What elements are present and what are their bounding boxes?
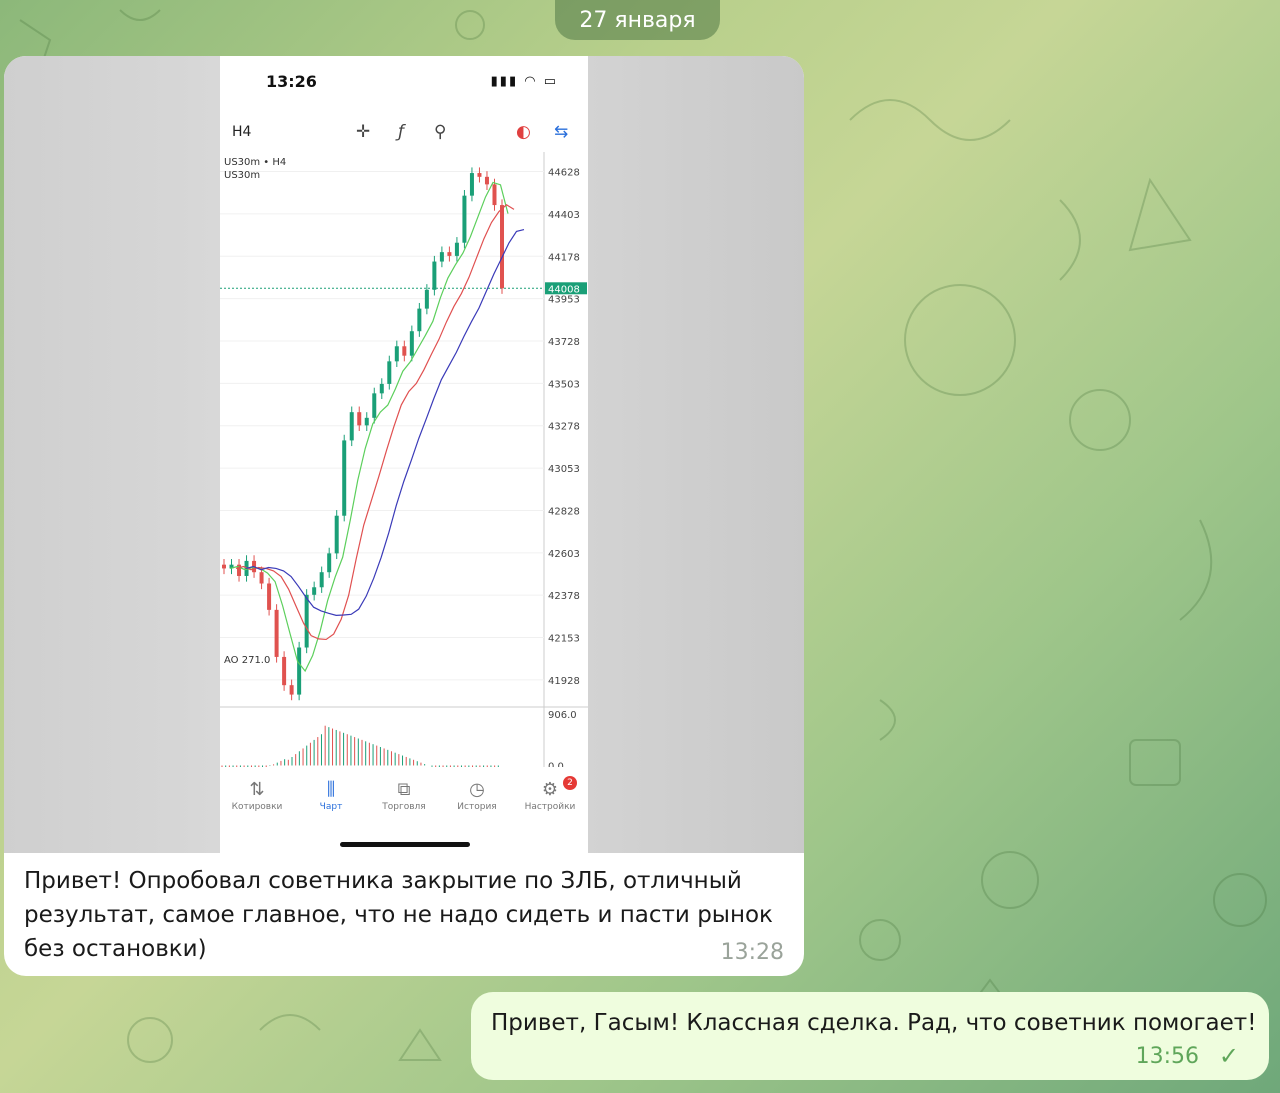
candle-body	[267, 583, 272, 610]
function-icon: ƒ	[398, 122, 404, 142]
nav-quotes-label: Котировки	[231, 802, 283, 812]
candle-body	[439, 252, 444, 262]
message-text: Привет! Опробовал советника закрытие по …	[24, 868, 773, 962]
outgoing-message[interactable]: Привет, Гасым! Классная сделка. Рад, что…	[471, 992, 1269, 1080]
y-tick-label: 43503	[548, 379, 580, 390]
nav-chart-label: Чарт	[319, 802, 343, 812]
candle-body	[379, 383, 384, 394]
quotes-icon: ⇅	[249, 779, 265, 800]
chart-symbol-line: US30m • H4	[224, 157, 287, 168]
y-tick-label: 42153	[548, 634, 580, 645]
notification-badge: 2	[563, 776, 577, 790]
y-tick-label: 41928	[548, 676, 580, 687]
candle-body	[500, 205, 504, 289]
chart-symbol-sub: US30m	[224, 170, 261, 181]
candle-body	[409, 331, 414, 356]
nav-trade: ⧉ Торговля	[369, 778, 439, 812]
nav-quotes: ⇅ Котировки	[222, 778, 292, 812]
candle-body	[394, 346, 399, 362]
message-time: 13:56	[1135, 1044, 1199, 1069]
candle-body	[304, 594, 309, 648]
nav-settings: ⚙ 2 Настройки	[515, 776, 585, 812]
y-tick-label: 42378	[548, 591, 580, 602]
candle-body	[342, 440, 347, 516]
chart-symbol: US30m • H4 US30m	[224, 156, 286, 182]
candle-body	[334, 515, 339, 554]
chart-toolbar: H4 ✛ ƒ ⚲ ◐ ⇆	[220, 120, 588, 148]
status-icons: ▮▮▮ ◠ ▭	[490, 74, 558, 89]
trade-nav-icon: ⧉	[397, 779, 411, 800]
message-text: Привет, Гасым! Классная сделка. Рад, что…	[491, 1010, 1257, 1036]
candle-body	[349, 412, 354, 441]
y-tick-label: 44178	[548, 252, 580, 263]
candle-body	[462, 195, 467, 243]
candle-body	[282, 656, 287, 686]
candle-body	[319, 572, 324, 588]
y-tick-label: 43053	[548, 464, 580, 475]
nav-history: ◷ История	[442, 778, 512, 812]
candle-body	[402, 346, 407, 356]
y-tick-label: 44628	[548, 168, 580, 179]
candle-body	[259, 572, 264, 584]
message-photo[interactable]: 13:26 ▮▮▮ ◠ ▭ H4 ✛ ƒ ⚲ ◐ ⇆ 44628 44403 441…	[4, 56, 804, 853]
candle-body	[327, 553, 332, 573]
phone-screenshot: 13:26 ▮▮▮ ◠ ▭ H4 ✛ ƒ ⚲ ◐ ⇆ 44628 44403 441…	[220, 56, 588, 853]
nav-trade-label: Торговля	[382, 802, 426, 812]
y-tick-label: 43278	[548, 422, 580, 433]
objects-icon: ⚲	[434, 122, 447, 142]
candle-body	[492, 184, 497, 206]
chart-icon: ⫼	[326, 779, 336, 800]
candle-body	[477, 173, 482, 177]
y-tick-label: 42603	[548, 549, 580, 560]
current-price-label: 44008	[548, 284, 580, 295]
ao-indicator-label: AO 271.0	[224, 655, 271, 666]
ao-tick-label: 906.0	[548, 710, 577, 721]
candle-body	[469, 173, 474, 196]
ma-fast-line	[229, 181, 509, 673]
history-icon: ◷	[469, 779, 485, 800]
date-separator: 27 января	[555, 0, 720, 40]
candle-body	[312, 587, 317, 595]
candle-body	[447, 252, 452, 256]
price-chart: 44628 44403 44178 43953 43728 43503 43278 43053…	[220, 152, 588, 767]
y-tick-label: 43953	[548, 295, 580, 306]
nav-history-label: История	[457, 802, 497, 812]
bottom-nav: ⇅ Котировки ⫼ Чарт ⧉ Торговля ◷ История …	[220, 776, 588, 828]
y-tick-label: 42828	[548, 506, 580, 517]
status-time: 13:26	[266, 72, 317, 91]
ma-slow-line	[245, 228, 525, 616]
candle-body	[432, 261, 437, 290]
y-tick-label: 43728	[548, 337, 580, 348]
incoming-message[interactable]: 13:26 ▮▮▮ ◠ ▭ H4 ✛ ƒ ⚲ ◐ ⇆ 44628 44403 441…	[4, 56, 804, 976]
candle-body	[222, 564, 226, 569]
candle-body	[289, 685, 294, 695]
candle-body	[424, 289, 429, 309]
candle-body	[297, 647, 302, 695]
candle-body	[372, 393, 377, 418]
crosshair-icon: ✛	[356, 122, 371, 142]
ao-tick-label: 0.0	[548, 761, 564, 767]
candle-body	[364, 417, 369, 426]
trade-icon: ⇆	[554, 122, 569, 142]
read-check-icon: ✓	[1218, 1042, 1239, 1070]
candle-body	[454, 242, 459, 256]
home-indicator	[340, 842, 470, 847]
message-time: 13:28	[720, 940, 784, 965]
candle-body	[387, 361, 392, 384]
y-tick-label: 44403	[548, 210, 580, 221]
candle-body	[274, 609, 279, 657]
nav-chart: ⫼ Чарт	[296, 778, 366, 812]
color-circle-icon: ◐	[516, 122, 531, 142]
candle-body	[484, 176, 489, 185]
candle-body	[417, 308, 422, 332]
timeframe-label: H4	[232, 124, 252, 140]
candle-body	[357, 412, 362, 426]
nav-settings-label: Настройки	[524, 802, 576, 812]
